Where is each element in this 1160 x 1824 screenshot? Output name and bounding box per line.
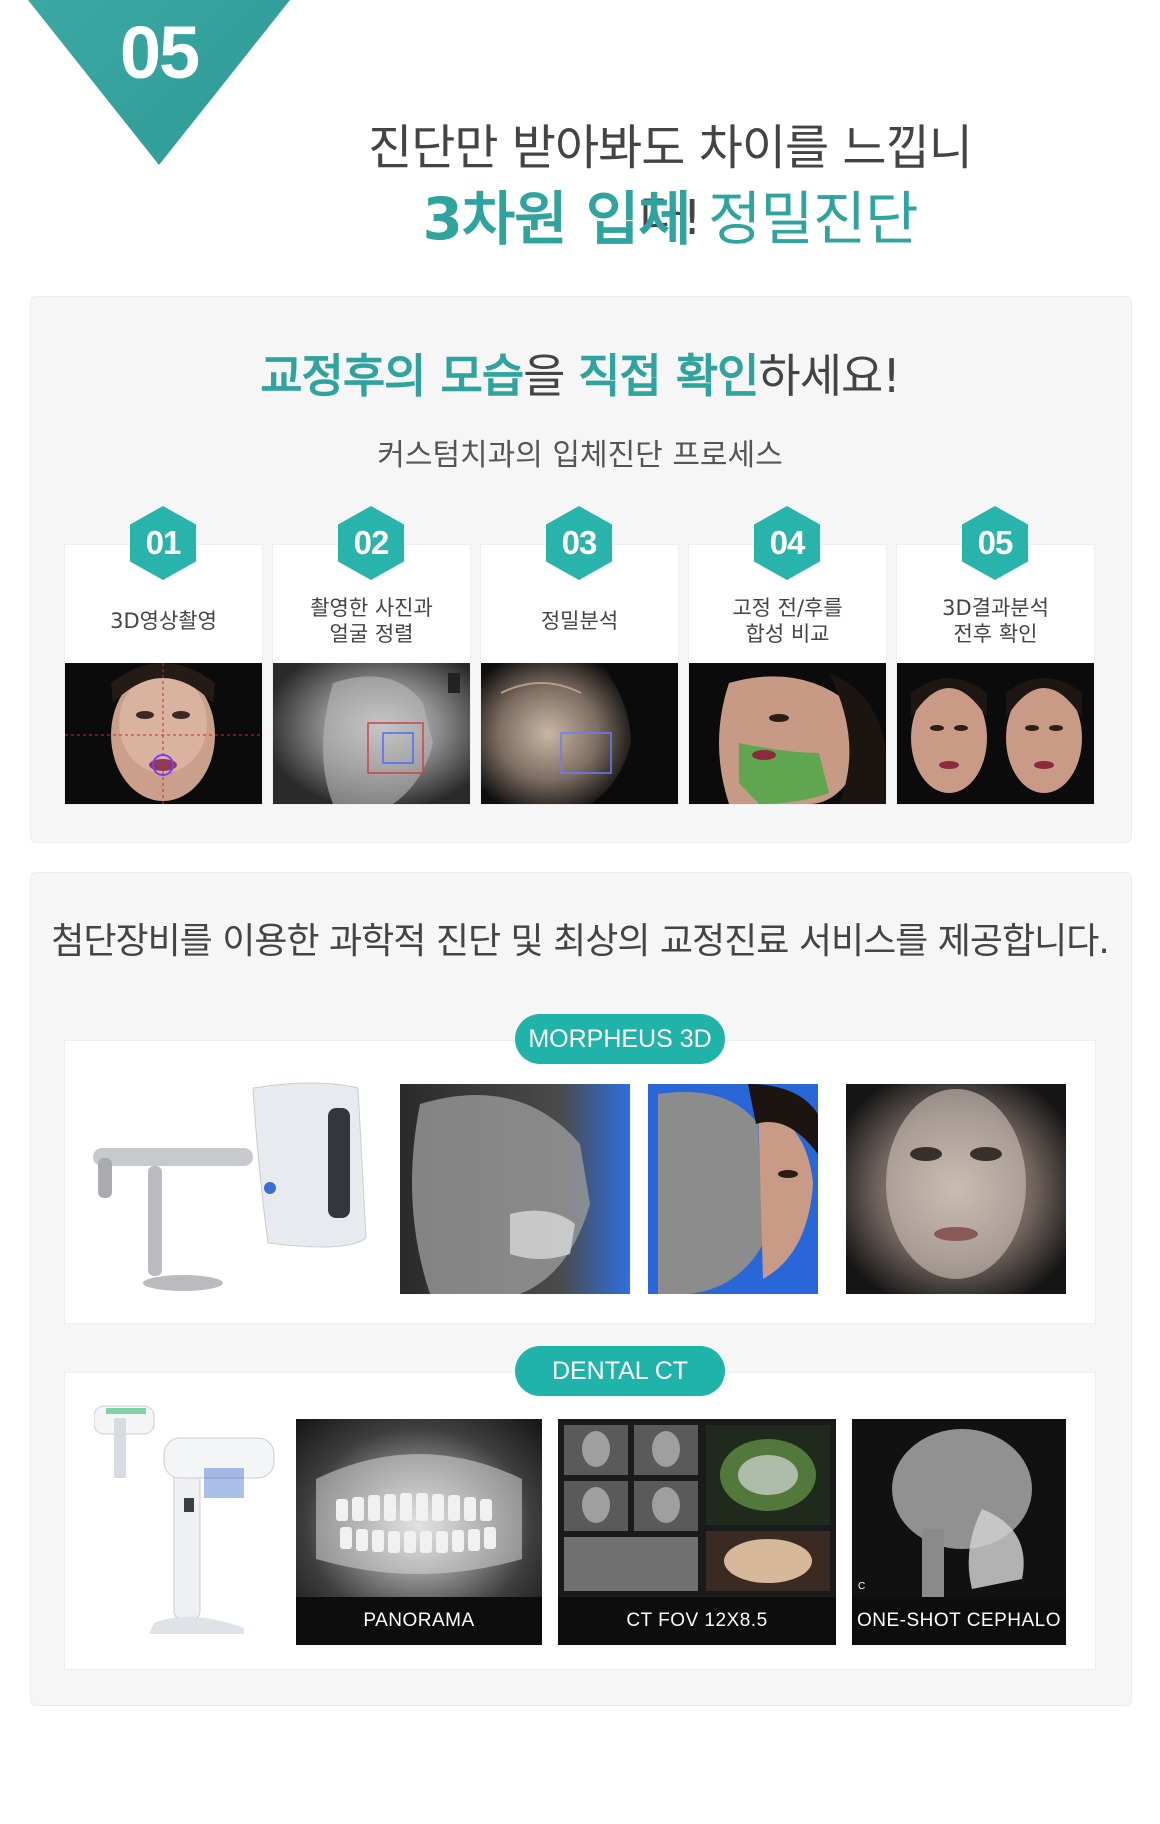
step-card-1: 3D영상촬영 [64, 544, 263, 805]
hero-line-2-light: 정밀진단 [690, 185, 918, 253]
hero-line-2-bold: 3차원 입체 [422, 185, 692, 253]
step-image-3d-capture [65, 663, 262, 804]
equipment-title: 첨단장비를 이용한 과학적 진단 및 최상의 교정진료 서비스를 제공합니다. [51, 921, 1110, 962]
step-image-face-alignment [273, 663, 470, 804]
one-shot-cephalo-image: C ONE-SHOT CEPHALO [852, 1419, 1066, 1645]
hero-line-2: 3차원 입체 정밀진단 [340, 172, 1000, 256]
step-label: 3D결과분석 전후 확인 [942, 596, 1049, 646]
morpheus-side-xray [400, 1084, 630, 1294]
step-image-precision-analysis [481, 663, 678, 804]
step-image-3d-result [897, 663, 1094, 804]
ct-fov-image: CT FOV 12X8.5 [558, 1419, 836, 1645]
panorama-caption: PANORAMA [296, 1597, 542, 1645]
panorama-image: PANORAMA [296, 1419, 542, 1645]
ct-fov-caption: CT FOV 12X8.5 [558, 1597, 836, 1645]
step-card-5: 3D결과분석 전후 확인 [896, 544, 1095, 805]
step-label: 정밀분석 [540, 609, 619, 633]
step-image-before-after-compare [689, 663, 886, 804]
process-title-hl1: 교정후의 모습 [260, 349, 524, 403]
step-label: 촬영한 사진과 얼굴 정렬 [310, 596, 433, 646]
morpheus-scanner-image [88, 1078, 368, 1308]
step-label: 3D영상촬영 [110, 609, 217, 633]
process-title-t2: 하세요! [758, 349, 900, 403]
morpheus-frontal-xray [846, 1084, 1066, 1294]
process-title-hl2: 직접 확인 [578, 349, 759, 403]
dental-ct-label: DENTAL CT [515, 1346, 725, 1396]
process-title-t1: 을 [523, 349, 579, 403]
process-subtitle: 커스텀치과의 입체진단 프로세스 [377, 438, 783, 473]
dental-ct-machine-image [93, 1398, 284, 1638]
process-title: 교정후의 모습을 직접 확인하세요! [30, 340, 1130, 406]
step-card-2: 촬영한 사진과 얼굴 정렬 [272, 544, 471, 805]
step-number: 05 [119, 11, 200, 94]
morpheus-half-face-xray [648, 1084, 818, 1294]
morpheus-3d-label: MORPHEUS 3D [515, 1014, 725, 1064]
step-card-3: 정밀분석 [480, 544, 679, 805]
step-card-4: 고정 전/후를 합성 비교 [688, 544, 887, 805]
one-shot-cephalo-caption: ONE-SHOT CEPHALO [852, 1597, 1066, 1645]
cephalo-mark: C [858, 1581, 865, 1592]
step-label: 고정 전/후를 합성 비교 [732, 596, 843, 646]
